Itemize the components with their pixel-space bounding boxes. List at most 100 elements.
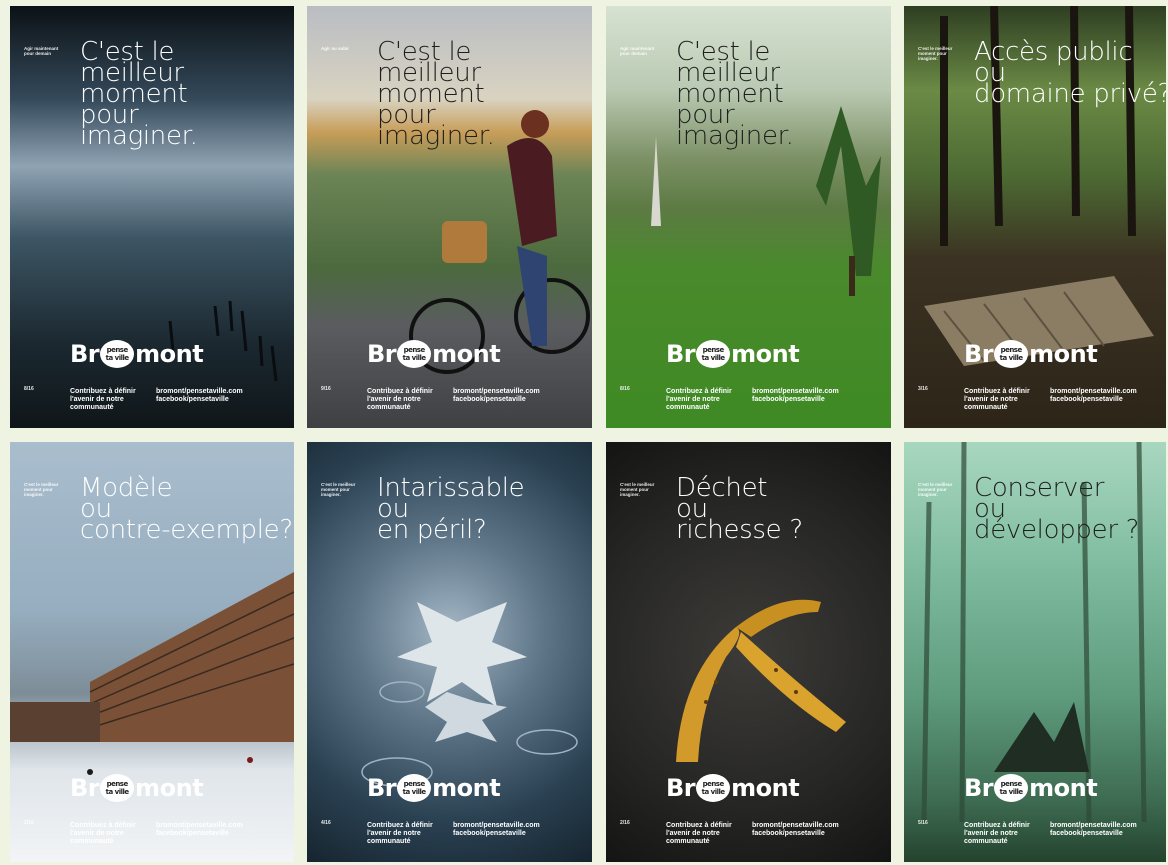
poster-5-headline: Modèle ou contre-exemple? [80,473,293,545]
poster-5-links: bromont/pensetaville.com facebook/penseta… [156,822,243,838]
poster-4-logo: Br pense ta ville mont [964,340,1098,368]
poster-7-page: 2/16 [620,820,630,826]
logo-bubble-top: pense [106,346,129,354]
poster-6-logo: Br pense ta ville mont [367,774,501,802]
poster-7-logo: Br pense ta ville mont [666,774,800,802]
logo-bubble: pense ta ville [100,340,135,368]
poster-1-page: 8/16 [24,386,34,392]
poster-7[interactable]: C'est le meilleur moment pour imaginer. … [606,442,891,862]
poster-6-small-text: C'est le meilleur moment pour imaginer. [321,482,356,497]
poster-1-small-text: Agir maintenant pour demain [24,46,59,56]
poster-6[interactable]: C'est le meilleur moment pour imaginer. … [307,442,592,862]
poster-3-links: bromont/pensetaville.com facebook/penseta… [752,388,839,404]
poster-6-tagline: Contribuez à définir l'avenir de notre c… [367,822,433,845]
poster-3-logo: Br pense ta ville mont [666,340,800,368]
logo-bubble-top: pense [702,346,725,354]
url-website[interactable]: bromont/pensetaville.com [453,388,540,396]
poster-2-tagline: Contribuez à définir l'avenir de notre c… [367,388,433,411]
url-facebook[interactable]: facebook/pensetaville [453,396,540,404]
poster-2-links: bromont/pensetaville.com facebook/penseta… [453,388,540,404]
logo-bubble: pense ta ville [397,774,432,802]
url-facebook[interactable]: facebook/pensetaville [1050,830,1137,838]
poster-8-small-text: C'est le meilleur moment pour imaginer. [918,482,953,497]
logo-bubble-bottom: ta ville [701,354,726,362]
logo-left: Br [964,340,994,368]
poster-1-links: bromont/pensetaville.com facebook/penseta… [156,388,243,404]
poster-4-headline: Accès public ou domaine privé? [974,37,1166,109]
poster-1-tagline: Contribuez à définir l'avenir de notre c… [70,388,136,411]
poster-8-links: bromont/pensetaville.com facebook/penseta… [1050,822,1137,838]
url-website[interactable]: bromont/pensetaville.com [752,822,839,830]
poster-3[interactable]: Agir maintenant pour demain C'est le mei… [606,6,891,428]
logo-bubble-top: pense [403,780,426,788]
logo-left: Br [964,774,994,802]
url-website[interactable]: bromont/pensetaville.com [1050,822,1137,830]
logo-right: mont [432,340,501,368]
poster-2-headline: C'est le meilleur moment pour imaginer. [377,37,495,151]
logo-bubble: pense ta ville [100,774,135,802]
logo-right: mont [432,774,501,802]
logo-bubble-top: pense [1000,780,1023,788]
logo-left: Br [666,340,696,368]
poster-5-small-text: C'est le meilleur moment pour imaginer. [24,482,59,497]
logo-right: mont [1029,340,1098,368]
poster-6-headline: Intarissable ou en péril? [377,473,525,545]
logo-bubble: pense ta ville [696,774,731,802]
logo-right: mont [1029,774,1098,802]
poster-7-small-text: C'est le meilleur moment pour imaginer. [620,482,655,497]
poster-8-headline: Conserver ou développer ? [974,473,1140,545]
logo-left: Br [70,774,100,802]
url-website[interactable]: bromont/pensetaville.com [156,822,243,830]
url-facebook[interactable]: facebook/pensetaville [156,396,243,404]
url-facebook[interactable]: facebook/pensetaville [1050,396,1137,404]
poster-1-headline: C'est le meilleur moment pour imaginer. [80,37,198,151]
logo-bubble-bottom: ta ville [999,788,1024,796]
logo-bubble: pense ta ville [994,774,1029,802]
poster-8[interactable]: C'est le meilleur moment pour imaginer. … [904,442,1166,862]
logo-left: Br [666,774,696,802]
logo-bubble-top: pense [702,780,725,788]
poster-3-page: 8/16 [620,386,630,392]
url-facebook[interactable]: facebook/pensetaville [453,830,540,838]
logo-bubble-bottom: ta ville [402,788,427,796]
poster-5[interactable]: C'est le meilleur moment pour imaginer. … [10,442,294,862]
logo-left: Br [367,340,397,368]
poster-3-headline: C'est le meilleur moment pour imaginer. [676,37,794,151]
logo-bubble-bottom: ta ville [105,788,130,796]
logo-bubble: pense ta ville [397,340,432,368]
logo-bubble-bottom: ta ville [999,354,1024,362]
logo-bubble-top: pense [1000,346,1023,354]
logo-right: mont [731,774,800,802]
poster-2-small-text: Agir ou subir [321,46,349,51]
poster-1[interactable]: Agir maintenant pour demain C'est le mei… [10,6,294,428]
logo-left: Br [367,774,397,802]
poster-4-page: 3/16 [918,386,928,392]
url-website[interactable]: bromont/pensetaville.com [752,388,839,396]
poster-6-page: 4/16 [321,820,331,826]
logo-bubble-bottom: ta ville [105,354,130,362]
url-facebook[interactable]: facebook/pensetaville [752,396,839,404]
logo-right: mont [731,340,800,368]
poster-2[interactable]: Agir ou subir C'est le meilleur moment p… [307,6,592,428]
poster-5-tagline: Contribuez à définir l'avenir de notre c… [70,822,136,845]
url-facebook[interactable]: facebook/pensetaville [156,830,243,838]
poster-7-headline: Déchet ou richesse ? [676,473,803,545]
poster-4[interactable]: C'est le meilleur moment pour imaginer. … [904,6,1166,428]
poster-4-links: bromont/pensetaville.com facebook/penseta… [1050,388,1137,404]
poster-8-logo: Br pense ta ville mont [964,774,1098,802]
url-website[interactable]: bromont/pensetaville.com [453,822,540,830]
url-website[interactable]: bromont/pensetaville.com [1050,388,1137,396]
url-website[interactable]: bromont/pensetaville.com [156,388,243,396]
logo-bubble: pense ta ville [696,340,731,368]
logo-bubble-top: pense [106,780,129,788]
url-facebook[interactable]: facebook/pensetaville [752,830,839,838]
logo-right: mont [135,340,204,368]
poster-grid: Agir maintenant pour demain C'est le mei… [0,0,1168,865]
logo-bubble: pense ta ville [994,340,1029,368]
poster-5-logo: Br pense ta ville mont [70,774,204,802]
poster-2-page: 9/16 [321,386,331,392]
logo-bubble-bottom: ta ville [701,788,726,796]
poster-2-logo: Br pense ta ville mont [367,340,501,368]
poster-8-page: 5/16 [918,820,928,826]
poster-5-page: 2/16 [24,820,34,826]
